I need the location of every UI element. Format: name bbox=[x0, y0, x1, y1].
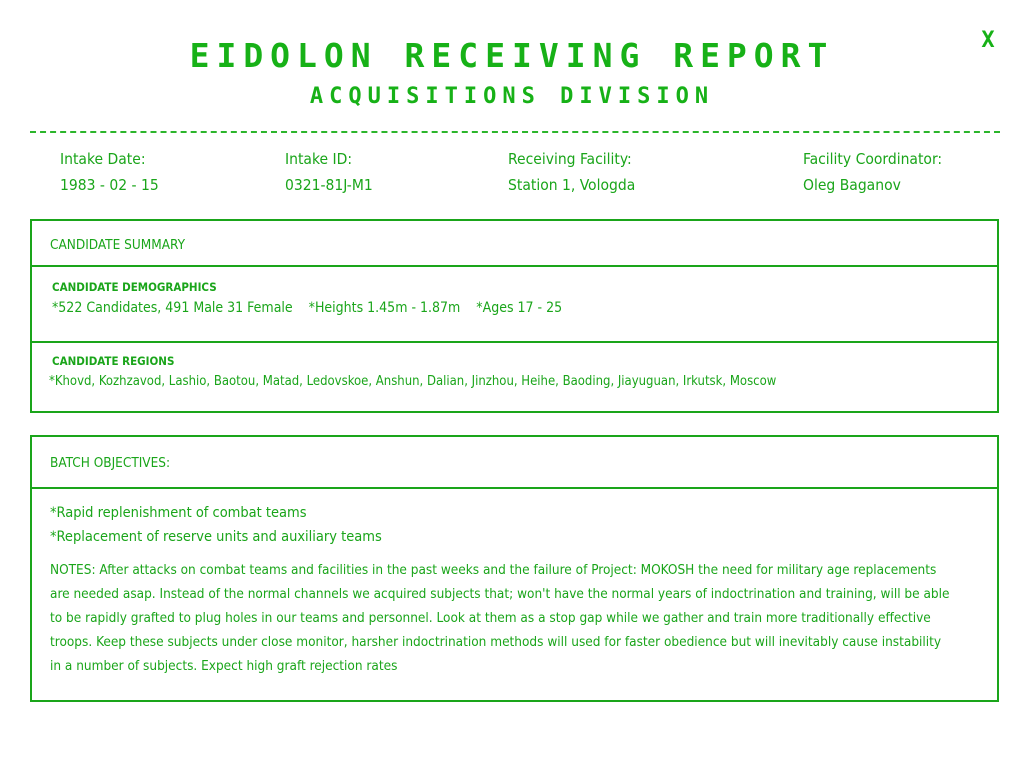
facility-coordinator-label: Facility Coordinator: bbox=[803, 150, 943, 168]
intake-id-field: Intake ID: 0321-81J-M1 bbox=[285, 150, 373, 194]
batch-objectives-body: *Rapid replenishment of combat teams *Re… bbox=[32, 489, 997, 678]
objective-item: *Rapid replenishment of combat teams bbox=[50, 505, 307, 521]
intake-id-value: 0321-81J-M1 bbox=[285, 176, 373, 194]
candidate-regions-title: CANDIDATE REGIONS bbox=[52, 354, 175, 368]
batch-objectives-header: BATCH OBJECTIVES: bbox=[32, 437, 997, 489]
candidate-summary-header: CANDIDATE SUMMARY bbox=[32, 221, 997, 267]
facility-coordinator-value: Oleg Baganov bbox=[803, 176, 901, 194]
intake-date-label: Intake Date: bbox=[60, 150, 146, 168]
batch-notes: NOTES: After attacks on combat teams and… bbox=[50, 562, 950, 674]
candidate-demographics-title: CANDIDATE DEMOGRAPHICS bbox=[52, 280, 217, 294]
receiving-facility-field: Receiving Facility: Station 1, Vologda bbox=[508, 150, 635, 194]
candidate-summary-panel: CANDIDATE SUMMARY CANDIDATE DEMOGRAPHICS… bbox=[30, 219, 999, 413]
batch-objectives-panel: BATCH OBJECTIVES: *Rapid replenishment o… bbox=[30, 435, 999, 702]
dashed-divider bbox=[30, 131, 1000, 133]
receiving-facility-value: Station 1, Vologda bbox=[508, 176, 636, 194]
candidate-regions-section: CANDIDATE REGIONS *Khovd, Kozhzavod, Las… bbox=[32, 343, 997, 411]
close-button[interactable]: X bbox=[977, 28, 999, 56]
report-subtitle: ACQUISITIONS DIVISION bbox=[309, 84, 715, 109]
facility-coordinator-field: Facility Coordinator: Oleg Baganov bbox=[803, 150, 942, 194]
candidate-demographics-section: CANDIDATE DEMOGRAPHICS *522 Candidates, … bbox=[32, 267, 997, 343]
receiving-facility-label: Receiving Facility: bbox=[508, 150, 632, 168]
report-title: EIDOLON RECEIVING REPORT bbox=[189, 36, 835, 75]
intake-date-field: Intake Date: 1983 - 02 - 15 bbox=[60, 150, 159, 194]
objective-item: *Replacement of reserve units and auxili… bbox=[50, 529, 382, 545]
intake-id-label: Intake ID: bbox=[285, 150, 353, 168]
candidate-demographics-text: *522 Candidates, 491 Male 31 Female *Hei… bbox=[52, 300, 563, 316]
intake-date-value: 1983 - 02 - 15 bbox=[60, 176, 159, 194]
candidate-regions-text: *Khovd, Kozhzavod, Lashio, Baotou, Matad… bbox=[49, 374, 777, 389]
